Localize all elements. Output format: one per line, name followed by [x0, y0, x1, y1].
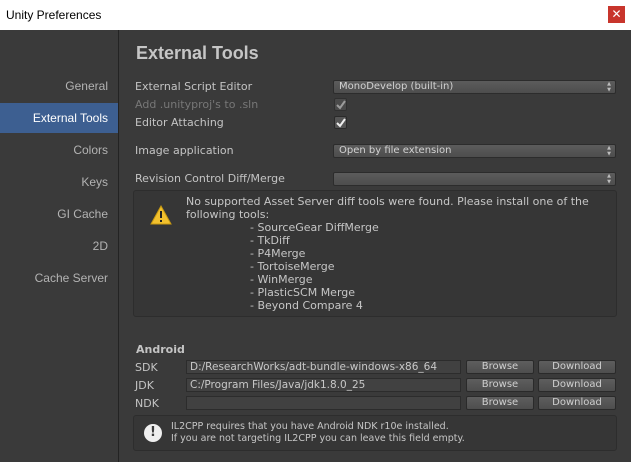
sidebar-item-colors[interactable]: Colors	[0, 135, 118, 165]
add-unityproj-label: Add .unityproj's to .sln	[135, 98, 259, 111]
editor-attaching-checkbox[interactable]	[334, 116, 347, 129]
sidebar-item-cache-server[interactable]: Cache Server	[0, 263, 118, 293]
revision-control-dropdown[interactable]: ▲ ▼	[333, 172, 616, 186]
image-application-value: Open by file extension	[339, 145, 452, 156]
list-item: - Beyond Compare 4	[250, 299, 363, 312]
ndk-download-button[interactable]: Download	[538, 396, 616, 410]
sdk-label: SDK	[135, 361, 158, 374]
info-line: IL2CPP requires that you have Android ND…	[171, 421, 449, 432]
list-item: - SourceGear DiffMerge	[250, 221, 379, 234]
sidebar: General External Tools Colors Keys GI Ca…	[0, 30, 119, 462]
warning-message: No supported Asset Server diff tools wer…	[186, 195, 589, 221]
title-bar: Unity Preferences ✕	[0, 0, 631, 30]
list-item: - WinMerge	[250, 273, 313, 286]
jdk-label: JDK	[135, 379, 154, 392]
editor-attaching-label: Editor Attaching	[135, 116, 224, 129]
revision-control-label: Revision Control Diff/Merge	[135, 172, 285, 185]
warning-line: following tools:	[186, 208, 270, 221]
ndk-path-field[interactable]	[186, 396, 461, 410]
info-line: If you are not targeting IL2CPP you can …	[171, 433, 465, 444]
close-button[interactable]: ✕	[608, 6, 625, 23]
sidebar-item-keys[interactable]: Keys	[0, 167, 118, 197]
list-item: - TkDiff	[250, 234, 290, 247]
jdk-download-button[interactable]: Download	[538, 378, 616, 392]
list-item: - PlasticSCM Merge	[250, 286, 356, 299]
ndk-label: NDK	[135, 397, 159, 410]
dropdown-arrow-icon: ▲ ▼	[607, 173, 611, 185]
close-icon[interactable]: ✕	[611, 7, 621, 21]
jdk-path-field[interactable]: C:/Program Files/Java/jdk1.8.0_25	[186, 378, 461, 392]
jdk-browse-button[interactable]: Browse	[466, 378, 534, 392]
page-title: External Tools	[136, 43, 259, 63]
ndk-browse-button[interactable]: Browse	[466, 396, 534, 410]
list-item: - TortoiseMerge	[250, 260, 335, 273]
sdk-download-button[interactable]: Download	[538, 360, 616, 374]
image-application-dropdown[interactable]: Open by file extension ▲ ▼	[333, 144, 616, 158]
dropdown-arrow-icon: ▲ ▼	[607, 81, 611, 93]
info-message: IL2CPP requires that you have Android ND…	[171, 421, 465, 445]
sidebar-item-gi-cache[interactable]: GI Cache	[0, 199, 118, 229]
sidebar-item-external-tools[interactable]: External Tools	[0, 103, 118, 133]
tools-list: - SourceGear DiffMerge - TkDiff - P4Merg…	[250, 221, 379, 312]
checkmark-icon	[336, 118, 346, 128]
list-item: - P4Merge	[250, 247, 306, 260]
sdk-browse-button[interactable]: Browse	[466, 360, 534, 374]
script-editor-label: External Script Editor	[135, 80, 253, 93]
checkmark-icon	[336, 100, 346, 110]
warning-box: No supported Asset Server diff tools wer…	[133, 190, 617, 317]
sidebar-item-general[interactable]: General	[0, 71, 118, 101]
add-unityproj-checkbox[interactable]	[334, 98, 347, 111]
sidebar-item-2d[interactable]: 2D	[0, 231, 118, 261]
main-panel: External Tools External Script Editor Mo…	[120, 30, 631, 462]
script-editor-value: MonoDevelop (built-in)	[339, 81, 454, 92]
script-editor-dropdown[interactable]: MonoDevelop (built-in) ▲ ▼	[333, 80, 616, 94]
dropdown-arrow-icon: ▲ ▼	[607, 145, 611, 157]
warning-icon	[150, 205, 172, 225]
preferences-window: Unity Preferences ✕ General External Too…	[0, 0, 631, 462]
window-title: Unity Preferences	[6, 8, 102, 22]
android-section-title: Android	[136, 343, 185, 356]
sdk-path-field[interactable]: D:/ResearchWorks/adt-bundle-windows-x86_…	[186, 360, 461, 374]
info-box: ! IL2CPP requires that you have Android …	[133, 415, 617, 451]
warning-line: No supported Asset Server diff tools wer…	[186, 195, 589, 208]
image-application-label: Image application	[135, 144, 234, 157]
info-icon: !	[144, 424, 162, 442]
